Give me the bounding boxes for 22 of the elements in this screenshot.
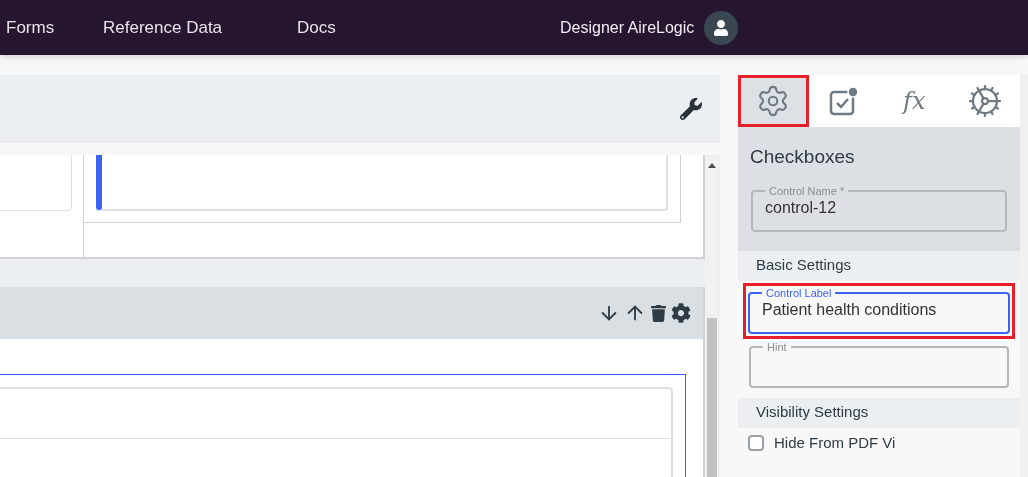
text-field[interactable]: Control Name * control-12 <box>751 185 1007 232</box>
cog-icon <box>966 83 1003 119</box>
focus-bar <box>96 155 102 210</box>
settings-icon[interactable] <box>671 303 691 323</box>
section-heading: Basic Settings <box>738 250 1020 281</box>
section-heading: Visibility Settings <box>738 397 1020 428</box>
nav-link[interactable]: Reference Data <box>103 14 297 41</box>
checkbox[interactable] <box>748 434 764 451</box>
nav-link[interactable]: Forms <box>6 14 103 41</box>
input-frame <box>0 155 72 211</box>
checkbox-label: Hide From PDF Vi <box>774 432 896 453</box>
wrench-icon[interactable] <box>680 98 702 120</box>
text-field[interactable]: Control Label Patient health conditions <box>748 287 1010 334</box>
checkbox-icon <box>828 86 859 116</box>
nav-link[interactable]: Docs <box>297 14 336 41</box>
scrollbar-thumb[interactable] <box>706 318 717 477</box>
user-name: Designer AireLogic <box>560 17 695 38</box>
panel-title: Checkboxes <box>750 145 856 169</box>
panel-tab[interactable] <box>738 75 809 127</box>
scroll-up-icon[interactable] <box>707 163 716 168</box>
avatar-icon[interactable] <box>704 10 739 45</box>
trash-icon[interactable] <box>650 304 667 322</box>
